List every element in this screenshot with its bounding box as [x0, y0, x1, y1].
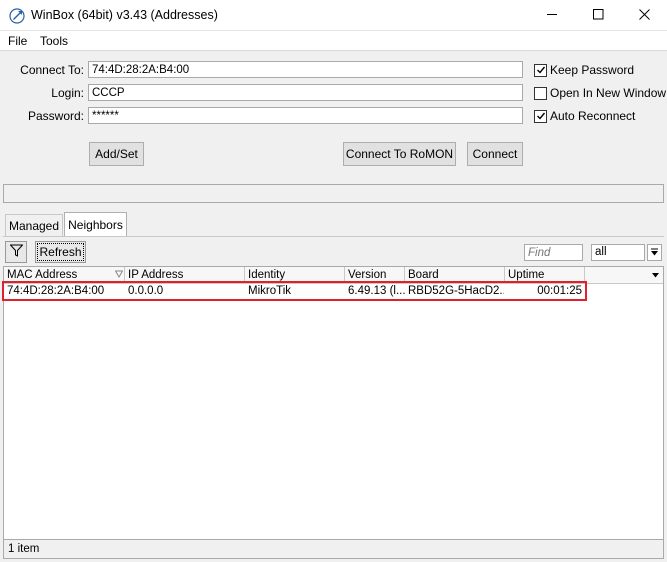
login-label: Login:: [51, 86, 84, 100]
filter-button[interactable]: [5, 241, 27, 263]
neighbors-table: MAC Address IP Address Identity Version …: [3, 266, 664, 540]
tab-neighbors[interactable]: Neighbors: [64, 212, 127, 237]
filter-dropdown-button[interactable]: [647, 244, 662, 261]
chevron-down-icon: [650, 246, 659, 260]
minimize-button[interactable]: [529, 0, 575, 31]
password-input[interactable]: [88, 107, 523, 124]
maximize-icon: [592, 8, 604, 23]
connect-romon-button[interactable]: Connect To RoMON: [343, 142, 456, 166]
refresh-button[interactable]: Refresh: [35, 241, 86, 263]
keep-password-checkbox[interactable]: [534, 64, 547, 77]
filter-icon: [8, 244, 24, 260]
tab-managed[interactable]: Managed: [5, 214, 63, 236]
status-bar: 1 item: [3, 540, 664, 559]
menu-bar: File Tools: [0, 31, 667, 51]
item-count: 1 item: [8, 543, 40, 555]
minimize-icon: [546, 9, 558, 23]
close-button[interactable]: [621, 0, 667, 31]
checkmark-icon: [536, 64, 546, 78]
keep-password-label: Keep Password: [550, 63, 635, 77]
window-title: WinBox (64bit) v3.43 (Addresses): [31, 8, 218, 22]
selection-highlight-box: [2, 281, 587, 301]
filter-select-value: all: [595, 246, 607, 258]
checkmark-icon: [536, 110, 546, 124]
winbox-app-icon: [9, 8, 25, 24]
open-new-window-label: Open In New Window: [550, 86, 667, 100]
auto-reconnect-checkbox[interactable]: [534, 110, 547, 123]
menu-file[interactable]: File: [8, 34, 27, 48]
connect-button[interactable]: Connect: [467, 142, 523, 166]
menu-tools[interactable]: Tools: [40, 34, 68, 48]
add-set-button[interactable]: Add/Set: [89, 142, 144, 166]
columns-menu-button[interactable]: [648, 267, 663, 284]
chevron-down-icon: [651, 269, 660, 283]
auto-reconnect-label: Auto Reconnect: [550, 109, 636, 123]
filter-select[interactable]: all: [591, 244, 645, 261]
connect-to-input[interactable]: [88, 61, 523, 78]
connection-progress-bar: [3, 184, 664, 203]
login-input[interactable]: [88, 84, 523, 101]
password-label: Password:: [27, 109, 84, 123]
connect-to-label: Connect To:: [20, 63, 84, 77]
find-input[interactable]: [524, 244, 583, 261]
title-bar: WinBox (64bit) v3.43 (Addresses): [0, 0, 667, 31]
maximize-button[interactable]: [575, 0, 621, 31]
close-icon: [638, 8, 650, 23]
open-new-window-checkbox[interactable]: [534, 87, 547, 100]
tab-divider: [3, 236, 664, 237]
